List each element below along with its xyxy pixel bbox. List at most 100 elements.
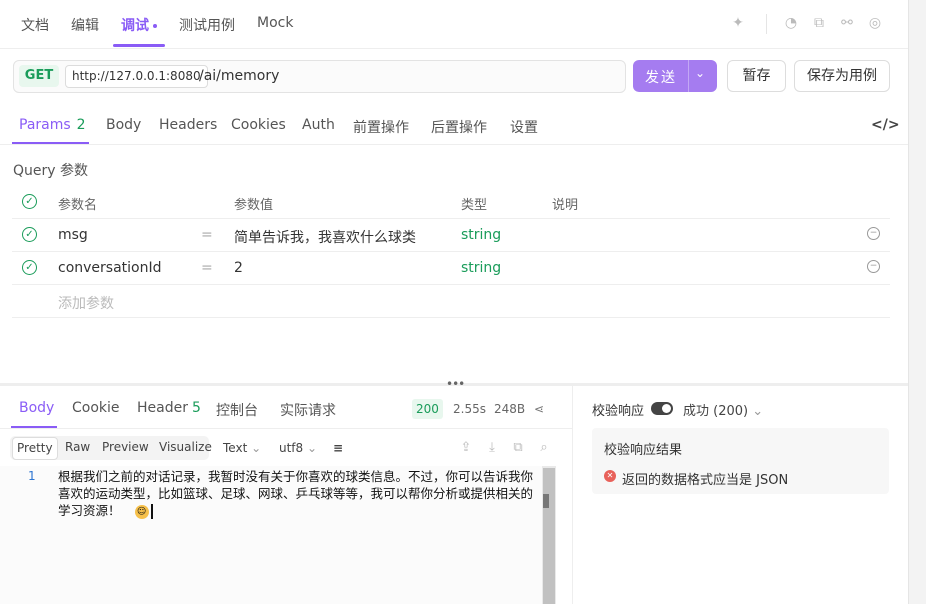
response-body-content: 根据我们之前的对话记录，我暂时没有关于你喜欢的球类信息。不过，你可以告诉我你喜欢… — [58, 469, 534, 518]
code-icon[interactable]: </> — [871, 117, 900, 133]
top-tab-bar: 文档 编辑 调试 测试用例 Mock ✦ ◔ ⧉ ⚯ ◎ — [0, 0, 908, 49]
validation-result-title: 校验响应结果 — [604, 443, 683, 458]
encoding-select[interactable]: utf8 ⌄ — [279, 441, 317, 455]
format-visualize[interactable]: Visualize — [159, 440, 212, 454]
text-mode-value: Text — [223, 441, 248, 455]
params-tab-bar: Params 2 Body Headers Cookies Auth 前置操作 后… — [0, 104, 908, 145]
validation-status-value: 成功 (200) — [683, 404, 749, 419]
format-raw[interactable]: Raw — [65, 440, 90, 454]
text-cursor — [150, 504, 153, 519]
active-params-underline — [12, 142, 89, 144]
search-icon[interactable]: ⌕ — [536, 440, 552, 456]
tab-response-cookie[interactable]: Cookie — [72, 400, 120, 416]
header-count: 5 — [191, 400, 201, 416]
window-edge — [908, 0, 926, 604]
response-time: 2.55s — [453, 402, 486, 416]
send-button[interactable]: 发送 ⌄ — [633, 60, 717, 92]
param-value[interactable]: 2 — [234, 260, 243, 276]
copy-icon[interactable]: ⧉ — [510, 440, 526, 456]
tab-console[interactable]: 控制台 — [216, 400, 258, 420]
tab-actual-request[interactable]: 实际请求 — [280, 400, 336, 420]
smile-emoji-icon: ☺ — [134, 504, 149, 519]
param-type[interactable]: string — [461, 227, 501, 243]
tab-response-body[interactable]: Body — [19, 400, 54, 416]
tab-pre-actions[interactable]: 前置操作 — [353, 117, 409, 137]
upload-icon[interactable]: ⇪ — [458, 440, 474, 456]
validation-status-select[interactable]: 成功 (200) ⌄ — [683, 400, 763, 419]
text-mode-select[interactable]: Text ⌄ — [223, 441, 261, 455]
tab-edit[interactable]: 编辑 — [71, 15, 99, 35]
col-type: 类型 — [461, 198, 488, 213]
param-name[interactable]: conversationId — [58, 260, 162, 276]
col-desc: 说明 — [552, 198, 579, 213]
chevron-down-icon[interactable]: ⌄ — [695, 66, 705, 80]
chevron-down-icon: ⌄ — [307, 441, 318, 455]
response-size: 248B — [494, 402, 526, 416]
share-icon[interactable]: ⚯ — [838, 14, 856, 32]
tab-response-header[interactable]: Header 5 — [137, 400, 201, 416]
vertical-divider — [572, 386, 573, 604]
table-row: ✓ conversationId = 2 string − — [12, 251, 890, 285]
copy-icon[interactable]: ⧉ — [810, 14, 828, 32]
validation-toggle[interactable] — [651, 402, 673, 415]
param-type[interactable]: string — [461, 260, 501, 276]
wrap-lines-icon[interactable]: ≡ — [333, 441, 343, 455]
col-value: 参数值 — [234, 198, 274, 213]
method-badge[interactable]: GET — [19, 65, 59, 87]
table-row: ✓ msg = 简单告诉我，我喜欢什么球类 string − — [12, 218, 890, 252]
tab-test-cases[interactable]: 测试用例 — [179, 15, 235, 35]
send-divider — [688, 60, 689, 92]
history-icon[interactable]: ◔ — [782, 14, 800, 32]
add-param-row[interactable]: 添加参数 — [12, 284, 890, 318]
tab-docs[interactable]: 文档 — [21, 15, 49, 35]
error-icon: ✕ — [604, 470, 616, 482]
format-preview[interactable]: Preview — [102, 440, 149, 454]
response-body-viewer[interactable]: 1 根据我们之前的对话记录，我暂时没有关于你喜欢的球类信息。不过，你可以告诉我你… — [0, 466, 556, 604]
tab-cookies[interactable]: Cookies — [231, 117, 286, 133]
settings-icon[interactable]: ◎ — [866, 14, 884, 32]
format-switcher: Pretty Raw Preview Visualize — [10, 436, 212, 460]
unsaved-dot — [153, 24, 157, 28]
validation-label: 校验响应 — [592, 404, 645, 419]
tab-settings[interactable]: 设置 — [510, 117, 538, 137]
ai-sparkle-icon[interactable]: ✦ — [729, 14, 747, 32]
toggle-knob — [662, 404, 671, 413]
row-checkbox[interactable]: ✓ — [22, 260, 37, 275]
response-tab-bar: Body Cookie Header 5 控制台 实际请求 200 2.55s 2… — [0, 388, 572, 429]
line-number: 1 — [28, 469, 36, 483]
save-button[interactable]: 暂存 — [727, 60, 786, 92]
remove-row-icon[interactable]: − — [867, 260, 880, 273]
tab-params[interactable]: Params 2 — [19, 117, 86, 133]
url-bar[interactable]: GET http://127.0.0.1:8080 /ai/memory — [13, 60, 626, 93]
divider — [766, 14, 767, 34]
download-icon[interactable]: ⤓ — [484, 440, 500, 456]
active-response-underline — [11, 426, 57, 428]
equals-sign: = — [201, 260, 213, 276]
validation-error-text: 返回的数据格式应当是 JSON — [622, 473, 789, 488]
select-all-checkbox[interactable]: ✓ — [22, 194, 37, 209]
path-input[interactable]: /ai/memory — [199, 68, 279, 84]
row-checkbox[interactable]: ✓ — [22, 227, 37, 242]
share-icon[interactable]: ⋖ — [534, 402, 544, 416]
table-header-row: ✓ 参数名 参数值 类型 说明 — [12, 185, 890, 219]
save-as-case-button[interactable]: 保存为用例 — [794, 60, 890, 92]
scrollbar-thumb[interactable] — [543, 468, 555, 604]
remove-row-icon[interactable]: − — [867, 227, 880, 240]
param-value[interactable]: 简单告诉我，我喜欢什么球类 — [234, 227, 416, 247]
tab-auth[interactable]: Auth — [302, 117, 335, 133]
host-prefix[interactable]: http://127.0.0.1:8080 — [65, 65, 208, 88]
tab-post-actions[interactable]: 后置操作 — [431, 117, 487, 137]
add-param-placeholder[interactable]: 添加参数 — [58, 293, 114, 313]
format-pretty[interactable]: Pretty — [12, 437, 58, 460]
tab-body[interactable]: Body — [106, 117, 141, 133]
col-name: 参数名 — [58, 198, 98, 213]
query-section-title: Query 参数 — [13, 163, 88, 179]
tab-headers[interactable]: Headers — [159, 117, 217, 133]
encoding-value: utf8 — [279, 441, 304, 455]
status-badge: 200 — [412, 399, 443, 419]
active-tab-underline — [113, 44, 165, 47]
tab-debug[interactable]: 调试 — [121, 15, 157, 35]
tab-mock[interactable]: Mock — [257, 15, 293, 31]
send-label: 发送 — [645, 70, 677, 86]
param-name[interactable]: msg — [58, 227, 88, 243]
